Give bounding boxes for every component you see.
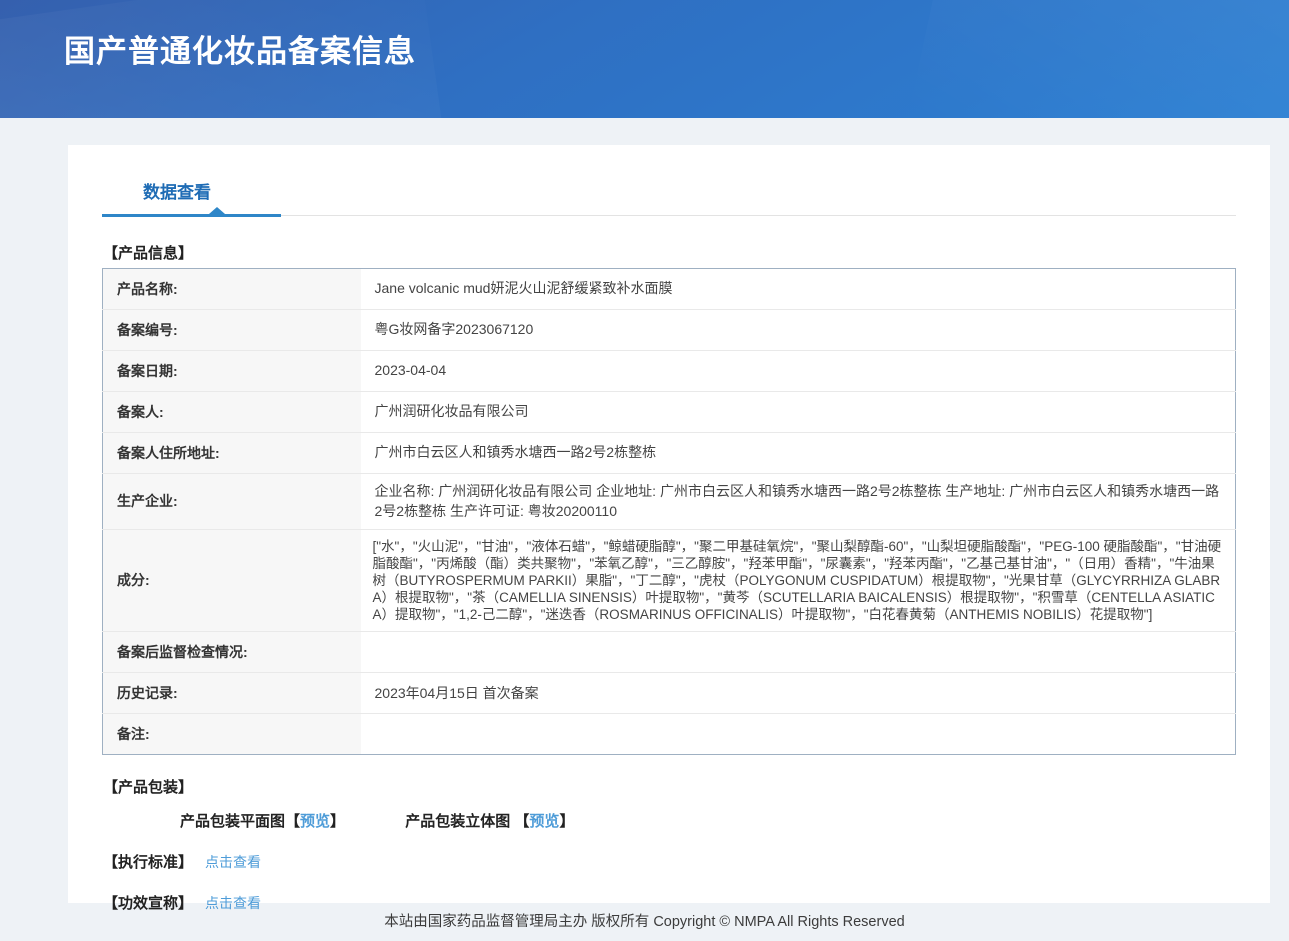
page-footer: 本站由国家药品监督管理局主办 版权所有 Copyright © NMPA All… — [0, 903, 1289, 941]
row-value: 广州市白云区人和镇秀水塘西一路2号2栋整栋 — [361, 433, 1236, 474]
row-label: 备注: — [103, 714, 361, 755]
table-row-history: 历史记录:2023年04月15日 首次备案 — [103, 673, 1236, 714]
table-row-ingredients: 成分:["水"，"火山泥"，"甘油"，"液体石蜡"，"鲸蜡硬脂醇"，"聚二甲基硅… — [103, 529, 1236, 632]
standard-view-link[interactable]: 点击查看 — [205, 854, 261, 870]
package-stereo-item: 产品包装立体图 【预览】 — [405, 813, 574, 830]
row-value — [361, 714, 1236, 755]
section-product-info: 【产品信息】 — [103, 242, 1236, 263]
row-label: 备案日期: — [103, 351, 361, 392]
card-content: 【产品信息】 产品名称:Jane volcanic mud妍泥火山泥舒缓紧致补水… — [68, 242, 1270, 913]
row-value: 粤G妆网备字2023067120 — [361, 310, 1236, 351]
table-row-registrant-address: 备案人住所地址:广州市白云区人和镇秀水塘西一路2号2栋整栋 — [103, 433, 1236, 474]
row-value: Jane volcanic mud妍泥火山泥舒缓紧致补水面膜 — [361, 269, 1236, 310]
package-flat-item: 产品包装平面图【预览】 — [180, 813, 345, 830]
page-title: 国产普通化妆品备案信息 — [64, 26, 416, 71]
bracket-close: 】 — [559, 813, 574, 830]
row-label: 历史记录: — [103, 673, 361, 714]
table-row-manufacturer: 生产企业:企业名称: 广州润研化妆品有限公司 企业地址: 广州市白云区人和镇秀水… — [103, 474, 1236, 530]
package-flat-preview-link[interactable]: 预览 — [300, 813, 330, 830]
table-row-product-name: 产品名称:Jane volcanic mud妍泥火山泥舒缓紧致补水面膜 — [103, 269, 1236, 310]
bracket-open: 【 — [285, 813, 300, 830]
tab-caret-icon — [209, 207, 225, 214]
page-body: 数据查看 【产品信息】 产品名称:Jane volcanic mud妍泥火山泥舒… — [0, 118, 1289, 941]
row-value: 企业名称: 广州润研化妆品有限公司 企业地址: 广州市白云区人和镇秀水塘西一路2… — [361, 474, 1236, 530]
bracket-open: 【 — [514, 813, 529, 830]
tab-active-underline — [102, 214, 281, 217]
content-card: 数据查看 【产品信息】 产品名称:Jane volcanic mud妍泥火山泥舒… — [68, 145, 1270, 903]
row-value: 广州润研化妆品有限公司 — [361, 392, 1236, 433]
package-flat-label: 产品包装平面图 — [180, 813, 285, 830]
table-row-supervision: 备案后监督检查情况: — [103, 632, 1236, 673]
row-label: 备案编号: — [103, 310, 361, 351]
footer-copyright: 本站由国家药品监督管理局主办 版权所有 Copyright © NMPA All… — [384, 910, 904, 931]
tab-bar: 数据查看 — [102, 145, 1236, 216]
page-banner: 国产普通化妆品备案信息 — [0, 0, 1289, 118]
table-row-registrant: 备案人:广州润研化妆品有限公司 — [103, 392, 1236, 433]
row-value: 2023-04-04 — [361, 351, 1236, 392]
standard-row: 【执行标准】点击查看 — [103, 851, 1236, 872]
row-label: 备案后监督检查情况: — [103, 632, 361, 673]
package-stereo-label: 产品包装立体图 — [405, 813, 514, 830]
package-stereo-preview-link[interactable]: 预览 — [529, 813, 559, 830]
product-table-body: 产品名称:Jane volcanic mud妍泥火山泥舒缓紧致补水面膜备案编号:… — [103, 269, 1236, 755]
row-label: 备案人住所地址: — [103, 433, 361, 474]
package-row: 产品包装平面图【预览】 产品包装立体图 【预览】 — [180, 810, 1236, 831]
table-row-record-number: 备案编号:粤G妆网备字2023067120 — [103, 310, 1236, 351]
section-standard: 【执行标准】 — [103, 854, 193, 871]
row-label: 生产企业: — [103, 474, 361, 530]
row-label: 成分: — [103, 529, 361, 632]
row-label: 产品名称: — [103, 269, 361, 310]
product-info-table: 产品名称:Jane volcanic mud妍泥火山泥舒缓紧致补水面膜备案编号:… — [102, 268, 1236, 755]
row-value: ["水"，"火山泥"，"甘油"，"液体石蜡"，"鲸蜡硬脂醇"，"聚二甲基硅氧烷"… — [361, 529, 1236, 632]
table-row-record-date: 备案日期:2023-04-04 — [103, 351, 1236, 392]
section-product-package: 【产品包装】 — [103, 776, 1236, 797]
bracket-close: 】 — [330, 813, 345, 830]
row-label: 备案人: — [103, 392, 361, 433]
row-value: 2023年04月15日 首次备案 — [361, 673, 1236, 714]
table-row-remarks: 备注: — [103, 714, 1236, 755]
tab-data-view[interactable]: 数据查看 — [143, 178, 211, 203]
row-value — [361, 632, 1236, 673]
